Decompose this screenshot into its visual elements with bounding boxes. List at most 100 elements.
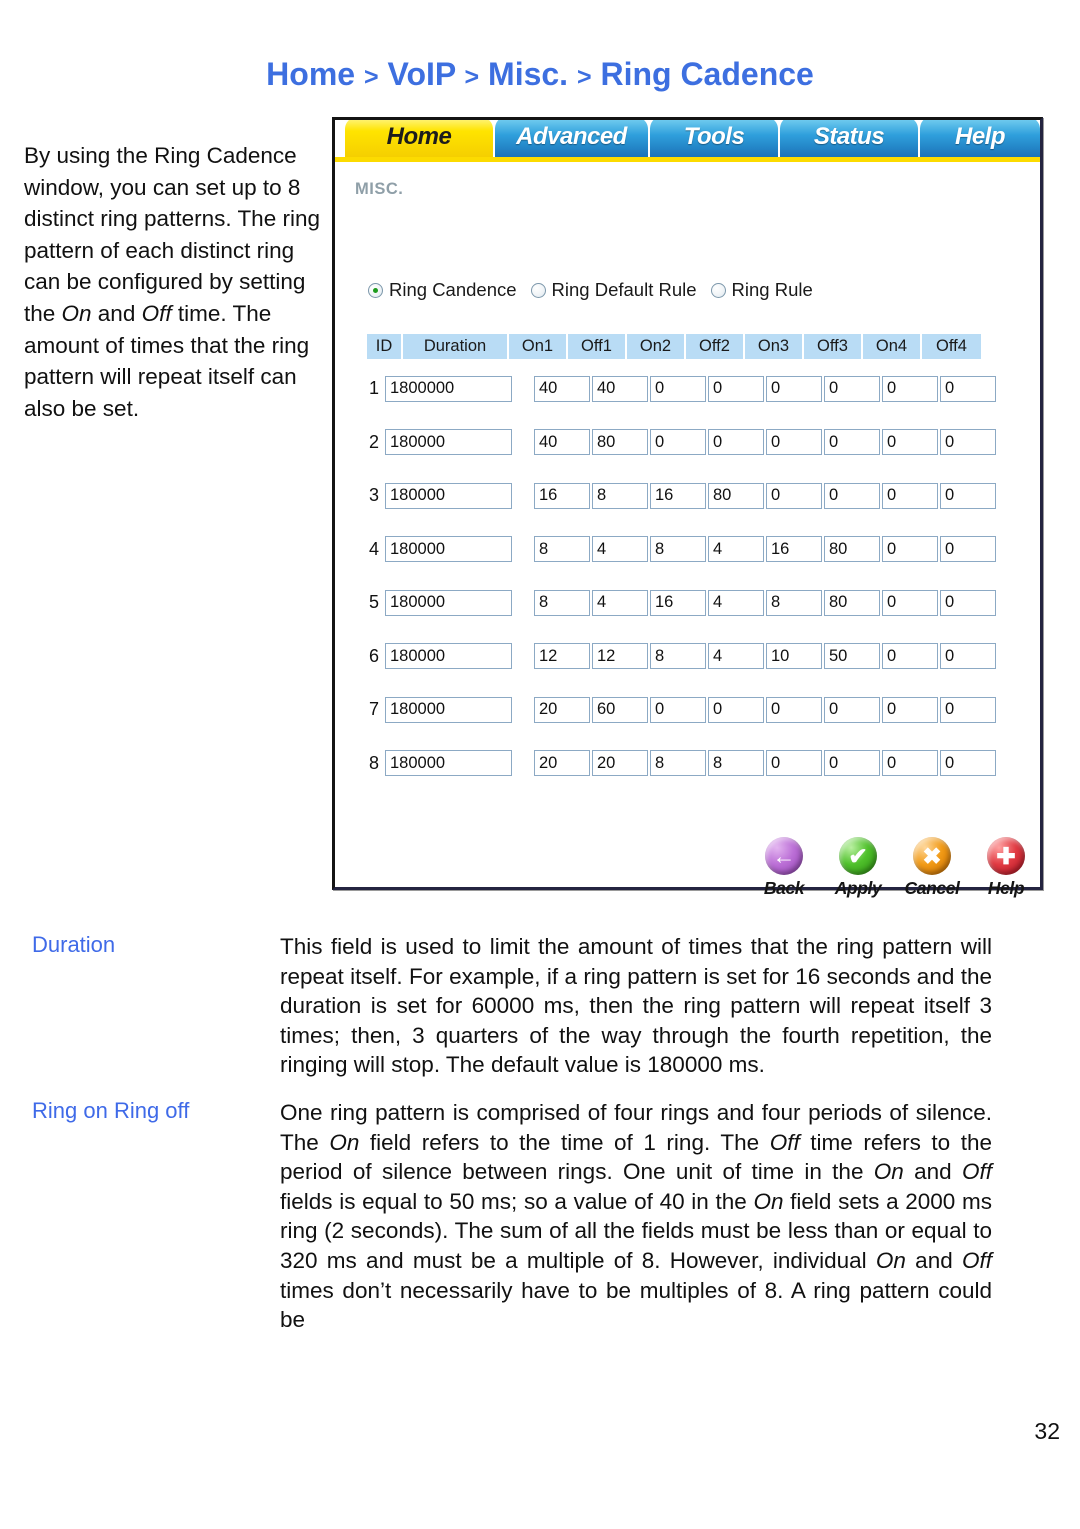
tab-help[interactable]: Help bbox=[918, 120, 1040, 157]
tab-tools[interactable]: Tools bbox=[648, 120, 778, 157]
off4-input[interactable]: 0 bbox=[940, 696, 996, 723]
off2-input[interactable]: 0 bbox=[708, 429, 764, 456]
on3-input[interactable]: 0 bbox=[766, 482, 822, 509]
off3-input[interactable]: 0 bbox=[824, 482, 880, 509]
off3-input[interactable]: 50 bbox=[824, 643, 880, 670]
on1-input[interactable]: 40 bbox=[534, 429, 590, 456]
duration-input[interactable]: 180000 bbox=[385, 536, 512, 563]
intro-em-off: Off bbox=[141, 300, 172, 326]
table-row: 6 180000 12 12 8 4 10 50 0 0 bbox=[335, 630, 1040, 684]
duration-input[interactable]: 180000 bbox=[385, 482, 512, 509]
table-row: 2 180000 40 80 0 0 0 0 0 0 bbox=[335, 416, 1040, 470]
on3-input[interactable]: 10 bbox=[766, 643, 822, 670]
radio-ring-default-rule[interactable]: Ring Default Rule bbox=[530, 279, 697, 301]
off1-input[interactable]: 12 bbox=[592, 643, 648, 670]
on4-input[interactable]: 0 bbox=[882, 696, 938, 723]
back-button[interactable]: ← Back bbox=[753, 837, 815, 899]
radio-selected-icon bbox=[368, 282, 383, 298]
breadcrumb-voip: VoIP bbox=[387, 56, 456, 92]
radio-ring-candence[interactable]: Ring Candence bbox=[368, 279, 517, 301]
on1-input[interactable]: 40 bbox=[534, 375, 590, 402]
tab-tools-label: Tools bbox=[683, 123, 745, 150]
device-ui-screenshot: Home Advanced Tools Status Help MISC. Ri… bbox=[332, 117, 1043, 898]
off4-input[interactable]: 0 bbox=[940, 375, 996, 402]
on2-input[interactable]: 8 bbox=[650, 750, 706, 777]
off3-input[interactable]: 0 bbox=[824, 750, 880, 777]
row-id-label: 8 bbox=[368, 752, 379, 773]
off1-input[interactable]: 60 bbox=[592, 696, 648, 723]
off2-input[interactable]: 4 bbox=[708, 536, 764, 563]
on1-input[interactable]: 8 bbox=[534, 536, 590, 563]
off3-input[interactable]: 0 bbox=[824, 375, 880, 402]
duration-input[interactable]: 180000 bbox=[385, 589, 512, 616]
on1-input[interactable]: 8 bbox=[534, 589, 590, 616]
off2-input[interactable]: 0 bbox=[708, 375, 764, 402]
off2-input[interactable]: 4 bbox=[708, 643, 764, 670]
on1-input[interactable]: 20 bbox=[534, 750, 590, 777]
on1-input[interactable]: 12 bbox=[534, 643, 590, 670]
on1-input[interactable]: 20 bbox=[534, 696, 590, 723]
apply-button[interactable]: ✔ Apply bbox=[827, 837, 889, 899]
duration-input[interactable]: 180000 bbox=[385, 750, 512, 777]
off3-input[interactable]: 80 bbox=[824, 536, 880, 563]
column-header-off3: Off3 bbox=[804, 334, 863, 359]
tab-home[interactable]: Home bbox=[345, 120, 493, 157]
tab-advanced[interactable]: Advanced bbox=[493, 120, 648, 157]
off1-input[interactable]: 40 bbox=[592, 375, 648, 402]
off3-input[interactable]: 80 bbox=[824, 589, 880, 616]
off4-input[interactable]: 0 bbox=[940, 589, 996, 616]
on3-input[interactable]: 0 bbox=[766, 375, 822, 402]
radio-ring-candence-label: Ring Candence bbox=[389, 279, 517, 300]
cancel-button[interactable]: ✖ Cancel bbox=[901, 837, 963, 899]
on4-input[interactable]: 0 bbox=[882, 536, 938, 563]
help-button[interactable]: ✚ Help bbox=[975, 837, 1037, 899]
off2-input[interactable]: 4 bbox=[708, 589, 764, 616]
radio-ring-rule[interactable]: Ring Rule bbox=[710, 279, 813, 301]
on2-input[interactable]: 8 bbox=[650, 536, 706, 563]
on2-input[interactable]: 16 bbox=[650, 482, 706, 509]
tab-status[interactable]: Status bbox=[778, 120, 918, 157]
on4-input[interactable]: 0 bbox=[882, 429, 938, 456]
off4-input[interactable]: 0 bbox=[940, 643, 996, 670]
on2-input[interactable]: 0 bbox=[650, 375, 706, 402]
on3-input[interactable]: 16 bbox=[766, 536, 822, 563]
off1-input[interactable]: 80 bbox=[592, 429, 648, 456]
duration-input[interactable]: 180000 bbox=[385, 696, 512, 723]
off1-input[interactable]: 4 bbox=[592, 536, 648, 563]
on2-input[interactable]: 0 bbox=[650, 696, 706, 723]
duration-input[interactable]: 180000 bbox=[385, 643, 512, 670]
tab-status-label: Status bbox=[813, 123, 885, 150]
on4-input[interactable]: 0 bbox=[882, 643, 938, 670]
off2-input[interactable]: 80 bbox=[708, 482, 764, 509]
radio-unselected-icon bbox=[530, 282, 546, 298]
off4-input[interactable]: 0 bbox=[940, 750, 996, 777]
table-row: 1 1800000 40 40 0 0 0 0 0 0 bbox=[335, 362, 1040, 416]
on3-input[interactable]: 0 bbox=[766, 429, 822, 456]
off1-input[interactable]: 8 bbox=[592, 482, 648, 509]
on1-input[interactable]: 16 bbox=[534, 482, 590, 509]
off2-input[interactable]: 0 bbox=[708, 696, 764, 723]
on2-input[interactable]: 0 bbox=[650, 429, 706, 456]
on4-input[interactable]: 0 bbox=[882, 750, 938, 777]
off4-input[interactable]: 0 bbox=[940, 482, 996, 509]
off1-input[interactable]: 20 bbox=[592, 750, 648, 777]
off3-input[interactable]: 0 bbox=[824, 429, 880, 456]
on4-input[interactable]: 0 bbox=[882, 589, 938, 616]
off4-input[interactable]: 0 bbox=[940, 536, 996, 563]
column-header-on1: On1 bbox=[509, 334, 568, 359]
off4-input[interactable]: 0 bbox=[940, 429, 996, 456]
on3-input[interactable]: 0 bbox=[766, 750, 822, 777]
on3-input[interactable]: 8 bbox=[766, 589, 822, 616]
on3-input[interactable]: 0 bbox=[766, 696, 822, 723]
page-number: 32 bbox=[1034, 1418, 1060, 1444]
section-label-misc: MISC. bbox=[355, 180, 404, 198]
off1-input[interactable]: 4 bbox=[592, 589, 648, 616]
duration-input[interactable]: 180000 bbox=[385, 429, 512, 456]
duration-input[interactable]: 1800000 bbox=[385, 375, 512, 402]
on4-input[interactable]: 0 bbox=[882, 375, 938, 402]
off2-input[interactable]: 8 bbox=[708, 750, 764, 777]
on2-input[interactable]: 16 bbox=[650, 589, 706, 616]
off3-input[interactable]: 0 bbox=[824, 696, 880, 723]
on4-input[interactable]: 0 bbox=[882, 482, 938, 509]
on2-input[interactable]: 8 bbox=[650, 643, 706, 670]
